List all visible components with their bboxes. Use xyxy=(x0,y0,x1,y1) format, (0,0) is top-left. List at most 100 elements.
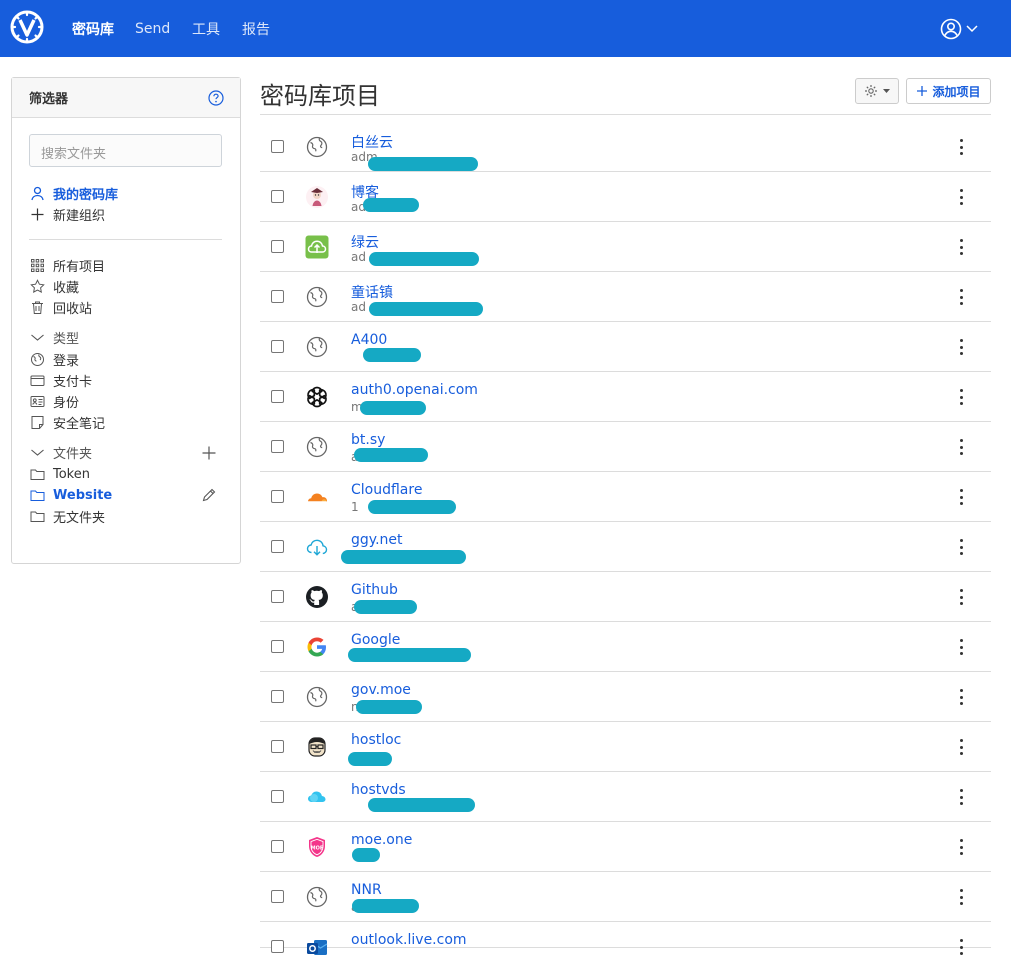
globe-icon xyxy=(305,435,329,459)
vault-item-row[interactable]: gov.moe n xyxy=(260,672,991,722)
nav-reports[interactable]: 报告 xyxy=(242,0,270,57)
hostvds-cloud-icon xyxy=(305,785,329,809)
chevron-down-icon xyxy=(31,449,44,456)
folder-search-input[interactable]: 搜索文件夹 xyxy=(29,134,222,167)
sidebar-item-identity[interactable]: 身份 xyxy=(30,391,79,411)
sidebar-item-secure-note[interactable]: 安全笔记 xyxy=(30,412,105,432)
item-checkbox[interactable] xyxy=(271,940,284,953)
vault-item-row[interactable]: hostvds xyxy=(260,772,991,822)
vault-item-row[interactable]: 博客 ad xyxy=(260,172,991,222)
more-options-icon[interactable] xyxy=(952,837,970,857)
more-options-icon[interactable] xyxy=(952,587,970,607)
more-options-icon[interactable] xyxy=(952,637,970,657)
more-options-icon[interactable] xyxy=(952,687,970,707)
item-checkbox[interactable] xyxy=(271,640,284,653)
item-name-link[interactable]: Google xyxy=(351,632,400,648)
item-checkbox[interactable] xyxy=(271,340,284,353)
item-checkbox[interactable] xyxy=(271,440,284,453)
vault-item-row[interactable]: Cloudflare 1 xyxy=(260,472,991,522)
sidebar-item-card[interactable]: 支付卡 xyxy=(30,370,92,390)
item-checkbox[interactable] xyxy=(271,290,284,303)
account-menu[interactable] xyxy=(940,16,984,42)
vault-item-row[interactable]: 童话镇 ad xyxy=(260,272,991,322)
item-checkbox[interactable] xyxy=(271,390,284,403)
item-name-link[interactable]: A400 xyxy=(351,332,387,348)
settings-dropdown-button[interactable] xyxy=(855,78,899,104)
add-item-label: 添加项目 xyxy=(932,84,981,99)
sidebar-section-folders[interactable]: 文件夹 xyxy=(30,442,92,462)
vault-item-row[interactable]: ggy.net xyxy=(260,522,991,572)
more-options-icon[interactable] xyxy=(952,137,970,157)
item-checkbox[interactable] xyxy=(271,790,284,803)
item-checkbox[interactable] xyxy=(271,540,284,553)
item-name-link[interactable]: moe.one xyxy=(351,832,412,848)
nav-send[interactable]: Send xyxy=(135,0,170,57)
item-name-link[interactable]: ggy.net xyxy=(351,532,403,548)
more-options-icon[interactable] xyxy=(952,787,970,807)
vault-item-row[interactable]: Google xyxy=(260,622,991,672)
vault-item-row[interactable]: bt.sya xyxy=(260,422,991,472)
item-name-link[interactable]: hostvds xyxy=(351,782,406,798)
redaction-mark xyxy=(356,700,422,714)
item-checkbox[interactable] xyxy=(271,190,284,203)
vault-item-row[interactable]: auth0.openai.com m xyxy=(260,372,991,422)
vault-item-row[interactable]: 绿云 ad xyxy=(260,222,991,272)
item-name-link[interactable]: 童话镇 xyxy=(351,282,393,302)
item-checkbox[interactable] xyxy=(271,140,284,153)
item-name-link[interactable]: Github xyxy=(351,582,398,598)
sidebar-item-label: Token xyxy=(53,466,90,482)
more-options-icon[interactable] xyxy=(952,337,970,357)
item-checkbox[interactable] xyxy=(271,840,284,853)
item-checkbox[interactable] xyxy=(271,740,284,753)
item-name-link[interactable]: outlook.live.com xyxy=(351,932,467,948)
vault-item-row[interactable]: 白丝云 adm xyxy=(260,122,991,172)
more-options-icon[interactable] xyxy=(952,737,970,757)
item-name-link[interactable]: Cloudflare xyxy=(351,482,422,498)
more-options-icon[interactable] xyxy=(952,487,970,507)
more-options-icon[interactable] xyxy=(952,237,970,257)
more-options-icon[interactable] xyxy=(952,937,970,957)
vault-item-row[interactable]: A400 xyxy=(260,322,991,372)
sidebar-item-new-org[interactable]: 新建组织 xyxy=(30,204,105,224)
item-name-link[interactable]: 绿云 xyxy=(351,232,379,252)
bitwarden-logo-icon[interactable] xyxy=(10,10,44,44)
vault-item-row[interactable]: outlook.live.com xyxy=(260,922,991,955)
nav-vault[interactable]: 密码库 xyxy=(72,0,114,57)
sidebar-folder-token[interactable]: Token xyxy=(30,464,90,484)
item-name-link[interactable]: 白丝云 xyxy=(351,132,393,152)
item-checkbox[interactable] xyxy=(271,240,284,253)
item-checkbox[interactable] xyxy=(271,490,284,503)
add-item-button[interactable]: 添加项目 xyxy=(906,78,991,104)
sidebar-folder-website[interactable]: Website xyxy=(30,485,112,505)
item-checkbox[interactable] xyxy=(271,890,284,903)
more-options-icon[interactable] xyxy=(952,187,970,207)
sidebar-item-login[interactable]: 登录 xyxy=(30,349,79,369)
edit-pencil-icon[interactable] xyxy=(201,487,217,503)
item-name-link[interactable]: NNR xyxy=(351,882,382,898)
nav-tools[interactable]: 工具 xyxy=(192,0,220,57)
vault-item-row[interactable]: hostloc xyxy=(260,722,991,772)
sidebar-item-favorites[interactable]: 收藏 xyxy=(30,276,79,296)
sidebar-item-trash[interactable]: 回收站 xyxy=(30,297,92,317)
item-name-link[interactable]: gov.moe xyxy=(351,682,411,698)
item-name-link[interactable]: bt.sy xyxy=(351,432,385,448)
more-options-icon[interactable] xyxy=(952,537,970,557)
sidebar-item-label: 安全笔记 xyxy=(53,416,106,432)
add-folder-icon[interactable] xyxy=(201,445,217,461)
more-options-icon[interactable] xyxy=(952,887,970,907)
item-checkbox[interactable] xyxy=(271,590,284,603)
vault-item-row[interactable]: MOE moe.one xyxy=(260,822,991,872)
help-icon[interactable] xyxy=(208,89,224,106)
more-options-icon[interactable] xyxy=(952,437,970,457)
vault-item-row[interactable]: Githuba xyxy=(260,572,991,622)
vault-item-row[interactable]: NNRa xyxy=(260,872,991,922)
sidebar-section-types[interactable]: 类型 xyxy=(30,327,79,347)
more-options-icon[interactable] xyxy=(952,387,970,407)
sidebar-item-all-items[interactable]: 所有项目 xyxy=(30,255,105,275)
more-options-icon[interactable] xyxy=(952,287,970,307)
item-name-link[interactable]: auth0.openai.com xyxy=(351,382,478,398)
item-checkbox[interactable] xyxy=(271,690,284,703)
item-name-link[interactable]: hostloc xyxy=(351,732,401,748)
sidebar-folder-none[interactable]: 无文件夹 xyxy=(30,506,105,526)
sidebar-item-my-vault[interactable]: 我的密码库 xyxy=(30,183,118,203)
